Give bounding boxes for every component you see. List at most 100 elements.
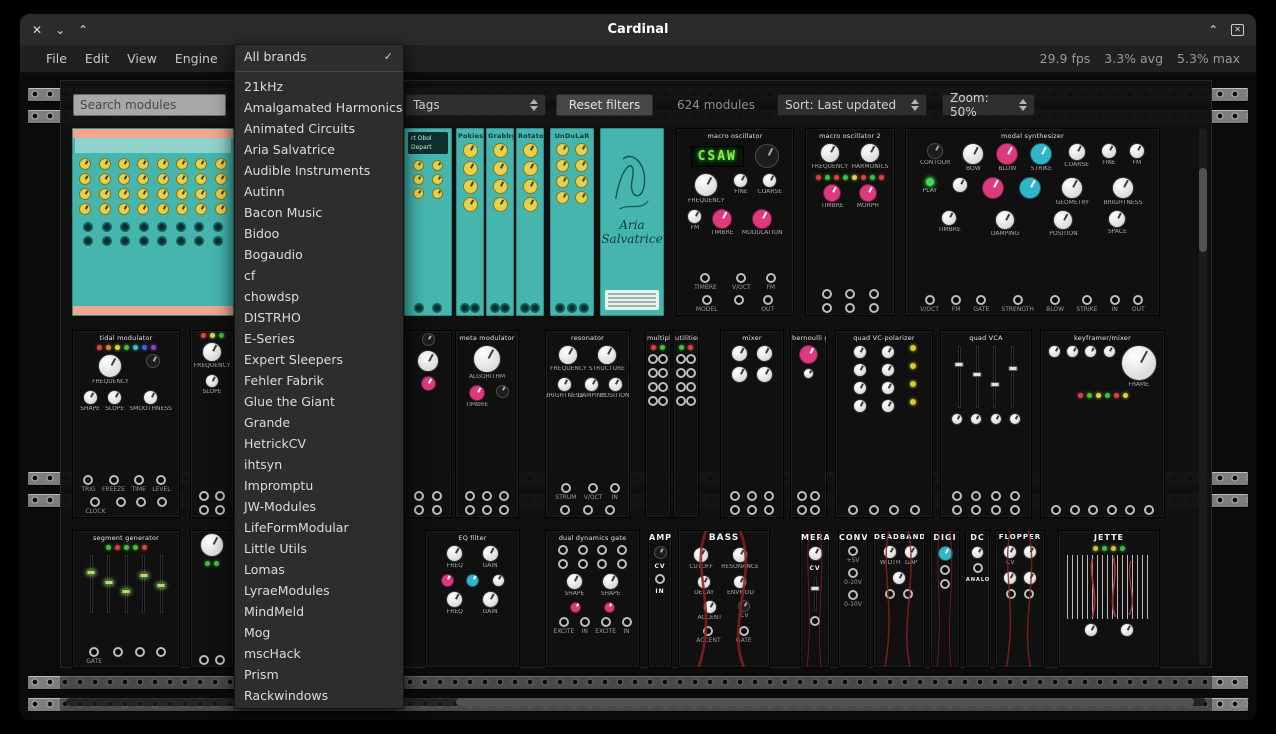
brand-menu-item[interactable]: Glue the Giant [235,391,403,412]
brand-menu-item[interactable]: JW-Modules [235,496,403,517]
knob: STRUCTURE [589,345,625,373]
brand-menu-item[interactable]: Prism [235,664,403,685]
module-card[interactable]: DIGI [930,530,960,668]
brand-menu-item[interactable]: Fehler Fabrik [235,370,403,391]
module-card[interactable]: AMPCVIN [648,530,672,668]
brand-menu-item[interactable]: Impromptu [235,475,403,496]
module-card[interactable]: FREQUENCYSLOPE [190,330,234,518]
module-card[interactable]: utilities [673,330,699,518]
brand-menu-item[interactable]: ihtsyn [235,454,403,475]
module-card[interactable]: quad VCA [940,330,1032,518]
brand-menu-item[interactable]: Little Utils [235,538,403,559]
module-card[interactable]: rt ObolDepart [404,128,452,316]
module-card[interactable]: modal synthesizerCONTOURBOWBLOWSTRIKECOA… [905,128,1160,316]
spacer [601,310,663,315]
brand-menu-item[interactable]: Animated Circuits [235,118,403,139]
jack [499,491,509,501]
module-card[interactable]: resonatorFREQUENCYSTRUCTUREBRIGHTNESSDAM… [545,330,630,518]
jack-row: STRUMV/OCTIN [546,481,629,503]
knob-pointer [1042,146,1047,153]
module-card[interactable]: DCANALOG [965,530,990,668]
knob [421,376,436,391]
module-card[interactable] [72,128,234,316]
module-card[interactable]: meta modulatorALGORITHMTIMBRE [455,330,519,518]
yellow-knob [176,203,188,215]
module-card[interactable]: FLOPPERCV [995,530,1045,668]
jack-socket [747,491,757,501]
knob-pointer [220,205,223,209]
brand-menu-item[interactable]: E-Series [235,328,403,349]
module-card[interactable]: Pokies [456,128,484,316]
resize-grip[interactable] [1234,694,1250,714]
module-card[interactable]: keyframer/mixerFRAME [1040,330,1165,518]
module-card[interactable]: DEADBANDWIDTHGAP [873,530,925,668]
knob-label: FREQUENCY [811,164,848,171]
module-card[interactable] [404,330,452,518]
module-card[interactable]: EQ filterFREQGAINFREQGAIN [425,530,520,668]
module-card[interactable] [190,530,234,668]
led-indicator [1114,393,1119,398]
brand-menu-item[interactable]: Bidoo [235,223,403,244]
brand-menu-item[interactable]: Grande [235,412,403,433]
module-card[interactable]: multiples [645,330,671,518]
brand-menu-item[interactable]: Expert Sleepers [235,349,403,370]
module-card[interactable]: BASSCUTOFFRESONANCEDECAYENVMODACCENTCVAC… [678,530,770,668]
brand-menu-item[interactable]: Amalgamated Harmonics [235,97,403,118]
brand-menu-item[interactable]: Aria Salvatrice [235,139,403,160]
brand-menu-item[interactable]: MindMeld [235,601,403,622]
brand-menu-item[interactable]: mscHack [235,643,403,664]
module-card[interactable]: bernoulli gate [790,330,827,518]
brand-menu-item[interactable]: Bogaudio [235,244,403,265]
knob [1084,345,1097,358]
brand-menu-item[interactable]: Bacon Music [235,202,403,223]
module-card[interactable]: CONV+5V0-10V0-10V [838,530,868,668]
knob: FREQUENCY [811,143,848,171]
jack-socket [764,491,774,501]
jack-socket [490,303,500,313]
jack-socket [676,354,686,364]
jack [648,354,658,364]
brand-menu-item[interactable]: cf [235,265,403,286]
brand-menu-item[interactable]: Audible Instruments [235,160,403,181]
jack-socket [1024,589,1034,599]
module-card[interactable]: mixer [720,330,784,518]
module-card[interactable]: tidal modulatorFREQUENCYSHAPESLOPESMOOTH… [72,330,180,518]
knob-pointer [660,548,663,552]
knob-pointer [562,161,565,165]
brand-menu-item[interactable]: HetrickCV [235,433,403,454]
module-card[interactable]: Grabby [486,128,514,316]
jack-socket [482,505,492,515]
brand-menu-item[interactable]: Autinn [235,181,403,202]
brand-menu-item[interactable]: chowdsp [235,286,403,307]
knob-pointer [1030,180,1035,187]
brand-menu-item[interactable]: 21kHz [235,76,403,97]
jack [1010,505,1020,515]
jack-row [191,653,233,667]
brand-menu-item[interactable]: Lomas [235,559,403,580]
knob-pointer [1030,573,1033,578]
brand-menu-item[interactable]: Rackwindows [235,685,403,706]
knob: FREQ [446,591,463,616]
knob: POSITION [603,377,627,400]
brand-menu-item[interactable]: Mog [235,622,403,643]
module-card[interactable]: quad VC-polarizer [835,330,933,518]
module-card[interactable]: macro oscillator 2FREQUENCYHARMONICSTIMB… [805,128,895,316]
module-card[interactable]: MERACV [800,530,830,668]
module-card[interactable]: dual dynamics gateSHAPESHAPEEXCITEINEXCI… [545,530,640,668]
module-card[interactable]: macro oscillatorCSAWFREQUENCYFINECOARSEF… [676,128,794,316]
brand-menu-item[interactable]: LyraeModules [235,580,403,601]
vertical-scrollbar-thumb[interactable] [1199,168,1207,252]
module-card[interactable]: Rotatoes [516,128,544,316]
knob-row [996,569,1044,587]
brand-menu-item[interactable]: DISTRHO [235,307,403,328]
brand-menu-item[interactable]: All brands✓ [235,45,403,67]
brand-menu-item[interactable]: LifeFormModular [235,517,403,538]
horizontal-scrollbar-thumb[interactable] [456,698,1194,706]
module-card[interactable]: UnDuLaR [550,128,594,316]
module-card[interactable]: segment generatorGATE [72,530,180,668]
module-card[interactable]: JETTE [1058,530,1160,668]
knob-pointer [574,576,578,582]
vertical-scrollbar[interactable] [1199,128,1207,665]
ledy-knob [910,381,916,387]
module-card[interactable]: AriaSalvatrice [600,128,664,316]
